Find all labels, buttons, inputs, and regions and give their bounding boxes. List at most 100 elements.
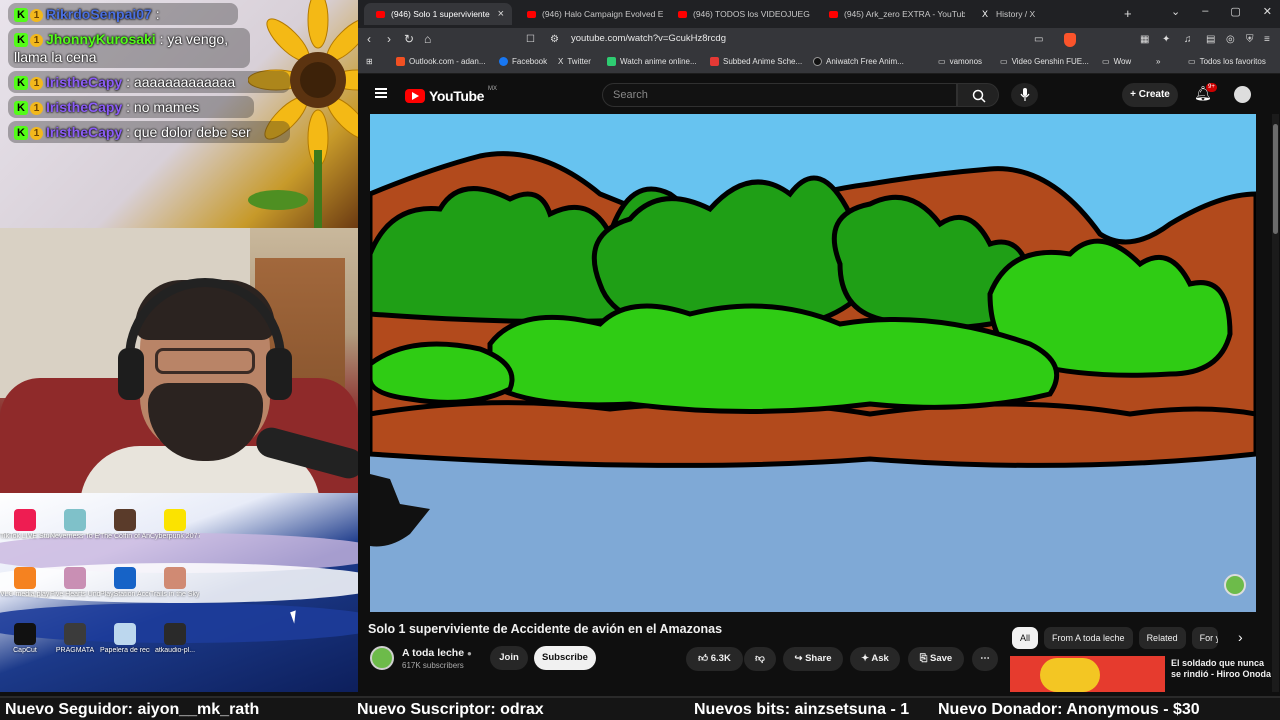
capcut-icon — [14, 623, 36, 645]
more-bookmarks-icon[interactable]: » — [1156, 57, 1160, 66]
channel-watermark-icon[interactable] — [1224, 574, 1246, 596]
desktop-icon[interactable]: Trails in the Sky 1st C... — [150, 567, 200, 599]
desktop-icon[interactable]: PlayStation Accessories — [100, 567, 150, 599]
channel-name[interactable]: A toda leche ● — [402, 647, 472, 659]
close-window-icon[interactable]: ✕ — [1263, 5, 1272, 18]
game-icon — [64, 567, 86, 589]
home-icon[interactable]: ⌂ — [424, 32, 431, 46]
desktop-icon[interactable]: atkaudio-pl... — [150, 623, 200, 655]
tab-solo-superviviente[interactable]: (946) Solo 1 superviviente × — [364, 3, 512, 25]
voice-search-button[interactable] — [1011, 83, 1038, 107]
back-icon[interactable]: ‹ — [367, 32, 371, 46]
desktop-icon[interactable]: Cyberpunk 2077 — [150, 509, 200, 541]
tab-history-x[interactable]: X History / X — [968, 3, 1116, 25]
url-field[interactable]: youtube.com/watch?v=GcukHz8rcdg — [571, 33, 726, 44]
chat-text: : aaaaaaaaaaaaa — [126, 74, 236, 90]
bookmark-subbed-anime[interactable]: Subbed Anime Sche... — [710, 57, 802, 66]
scrollbar-thumb[interactable] — [1273, 124, 1278, 234]
desktop-icon[interactable]: PRAGMATA — [50, 623, 100, 655]
page-scrollbar[interactable] — [1272, 114, 1279, 692]
kick-badge-icon: K — [14, 8, 28, 23]
chip-from-channel[interactable]: From A toda leche — [1044, 627, 1133, 649]
join-button[interactable]: Join — [490, 646, 528, 670]
more-actions-button[interactable]: ⋯ — [972, 647, 998, 671]
create-button[interactable]: + Create — [1122, 83, 1178, 107]
channel-avatar[interactable] — [370, 646, 394, 670]
tab-search-icon[interactable]: ⌄ — [1171, 5, 1180, 18]
game-icon — [64, 509, 86, 531]
reload-icon[interactable]: ↻ — [404, 32, 414, 46]
facebook-icon — [499, 57, 508, 66]
chat-username: IristheCapy — [46, 124, 123, 140]
forward-icon[interactable]: › — [387, 32, 391, 46]
bookmark-folder-vamonos[interactable]: ▭ vamonos — [938, 57, 982, 66]
desktop-icon[interactable]: Neverness To Everness — [50, 509, 100, 541]
all-bookmarks[interactable]: ▭ Todos los favoritos — [1188, 57, 1266, 66]
like-button[interactable]: 👍︎ 6.3K — [686, 647, 743, 671]
recommended-thumbnail[interactable] — [1010, 656, 1165, 692]
chip-for-you[interactable]: For y — [1191, 627, 1218, 649]
coin-badge-icon: 1 — [30, 126, 43, 140]
sidebar-icon[interactable]: ▤ — [1206, 34, 1215, 45]
thumbs-up-icon: 👍︎ — [698, 653, 711, 664]
extensions-icon[interactable]: ▦ — [1140, 34, 1149, 45]
chip-related[interactable]: Related — [1138, 627, 1186, 649]
bookmark-folder-wow[interactable]: ▭ Wow — [1102, 57, 1131, 66]
game-icon — [164, 509, 186, 531]
desktop-icon[interactable]: CapCut — [0, 623, 50, 655]
account-avatar[interactable] — [1234, 86, 1251, 103]
recommendation-chips: All From A toda leche Related For y — [1012, 627, 1218, 649]
chevron-right-icon[interactable]: › — [1238, 629, 1243, 645]
apps-icon[interactable]: ⊞ — [366, 57, 373, 66]
desktop-icon[interactable]: VLC media player — [0, 567, 50, 599]
kick-badge-icon: K — [14, 76, 28, 91]
new-tab-button[interactable]: + — [1124, 6, 1132, 21]
desktop-icon[interactable]: The Coffin of Andy and L... — [100, 509, 150, 541]
bookmark-twitter[interactable]: X Twitter — [558, 57, 591, 66]
stream-overlay: K 1 RikrdoSenpai07 : K 1 JhonnyKurosaki : ya… — [0, 0, 358, 692]
share-button[interactable]: ↪ Share — [783, 647, 843, 671]
x-icon: X — [558, 57, 564, 66]
shield-icon[interactable]: ◎ — [1226, 34, 1235, 45]
recommended-title[interactable]: El soldado que nunca se rindió - Hiroo O… — [1171, 658, 1271, 690]
search-input[interactable]: Search — [602, 83, 957, 107]
bookmark-folder-genshin[interactable]: ▭ Video Genshin FUE... — [1000, 57, 1089, 66]
maximize-icon[interactable]: ▢ — [1230, 5, 1240, 18]
site-info-icon[interactable]: ⚙ — [550, 34, 559, 45]
puzzle-icon[interactable]: ✦ — [1162, 34, 1170, 45]
brave-shield-icon[interactable] — [1064, 33, 1076, 47]
atk-icon — [164, 623, 186, 645]
bookmark-outlook[interactable]: Outlook.com - adan... — [396, 57, 485, 66]
microphone-icon — [1020, 88, 1030, 101]
tab-todos-videojuegos[interactable]: (946) TODOS los VIDEOJUEG — [666, 3, 814, 25]
headset-ear-right — [266, 348, 292, 400]
tab-title: (945) Ark_zero EXTRA - YouTube — [844, 9, 965, 19]
tab-ark-zero[interactable]: (945) Ark_zero EXTRA - YouTube — [817, 3, 965, 25]
hamburger-menu-icon[interactable] — [375, 88, 387, 98]
close-icon[interactable]: × — [498, 8, 504, 20]
subscribe-button[interactable]: Subscribe — [534, 646, 596, 670]
cast-icon[interactable]: ▭ — [1034, 34, 1043, 45]
tab-halo[interactable]: (946) Halo Campaign Evolved Es — [515, 3, 663, 25]
youtube-logo[interactable]: YouTube MX — [405, 86, 497, 104]
ticker-subscriber: Nuevo Suscriptor: odrax — [357, 701, 544, 718]
chat-username: JhonnyKurosaki — [46, 31, 156, 47]
chip-all[interactable]: All — [1012, 627, 1039, 649]
bookmark-aniwatch[interactable]: Aniwatch Free Anim... — [813, 57, 904, 66]
video-player[interactable] — [370, 114, 1256, 612]
music-icon[interactable]: ♫ — [1184, 34, 1192, 45]
dislike-button[interactable]: 👎︎ — [744, 647, 776, 671]
save-button[interactable]: ⎘ Save — [908, 647, 964, 671]
wallet-icon[interactable]: ⛨ — [1246, 34, 1254, 45]
minimize-icon[interactable]: – — [1202, 5, 1208, 18]
desktop-icon[interactable]: TikTok LIVE Studio — [0, 509, 50, 541]
menu-icon[interactable]: ≡ — [1264, 34, 1270, 45]
desktop-icon[interactable]: Papelera de reciclaje — [100, 623, 150, 655]
search-button[interactable] — [957, 83, 999, 107]
ask-button[interactable]: ✦ Ask — [850, 647, 900, 671]
bookmark-facebook[interactable]: Facebook — [499, 57, 547, 66]
thumbnail-character — [1040, 658, 1100, 692]
bookmark-icon[interactable]: ☐ — [526, 34, 535, 45]
desktop-icon[interactable]: Five Hearts Under O... — [50, 567, 100, 599]
bookmark-watch-anime[interactable]: Watch anime online... — [607, 57, 697, 66]
